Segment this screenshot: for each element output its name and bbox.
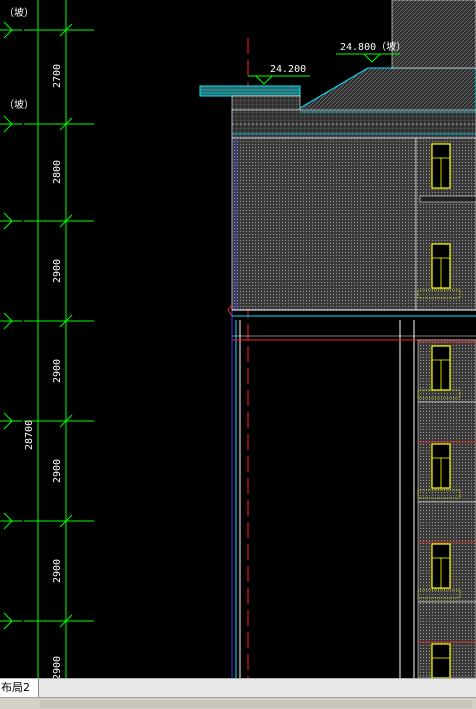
- scrollbar-track[interactable]: [40, 700, 472, 708]
- top-wall: [231, 137, 417, 311]
- dimension-ticks: [24, 23, 94, 628]
- level-mark-24200: 24.200: [248, 64, 310, 85]
- floor-dim-7: 2900: [52, 656, 63, 678]
- window-4: [417, 401, 476, 503]
- tab-layout2[interactable]: 布局2: [0, 679, 39, 698]
- roof-tower: [391, 0, 476, 69]
- eave-cornice: [199, 85, 301, 97]
- floor-dim-1: 2700: [52, 64, 63, 88]
- level-markers-left: [0, 21, 22, 630]
- left-fragment-2: （坡）: [4, 98, 34, 111]
- floor-dim-2: 2800: [52, 160, 63, 184]
- level-label-24200: 24.200: [270, 64, 306, 75]
- floor-dim-4: 2900: [52, 359, 63, 383]
- floor-dim-6: 2900: [52, 559, 63, 583]
- total-dimension: 28700: [24, 420, 35, 450]
- level-label-24800: 24.800（坡）: [340, 40, 406, 53]
- window-1: [431, 143, 451, 189]
- roof: [199, 0, 476, 139]
- floor-dim-3: 2900: [52, 259, 63, 283]
- horizontal-scrollbar[interactable]: [0, 697, 476, 709]
- window-3: [417, 339, 476, 403]
- cad-viewport[interactable]: （坡） （坡） 2700 2800 2900 2900 2900 2900 29…: [0, 0, 476, 709]
- floor-dim-5: 2900: [52, 459, 63, 483]
- dimension-column: （坡） （坡） 2700 2800 2900 2900 2900 2900 29…: [0, 0, 94, 678]
- window-6: [417, 601, 476, 678]
- left-fragment-1: （坡）: [4, 6, 34, 19]
- parapet: [231, 95, 301, 111]
- elevation-drawing[interactable]: （坡） （坡） 2700 2800 2900 2900 2900 2900 29…: [0, 0, 476, 678]
- roof-slope: [299, 67, 476, 113]
- window-5: [417, 501, 476, 603]
- layout-tab-bar: 布局2: [0, 678, 476, 698]
